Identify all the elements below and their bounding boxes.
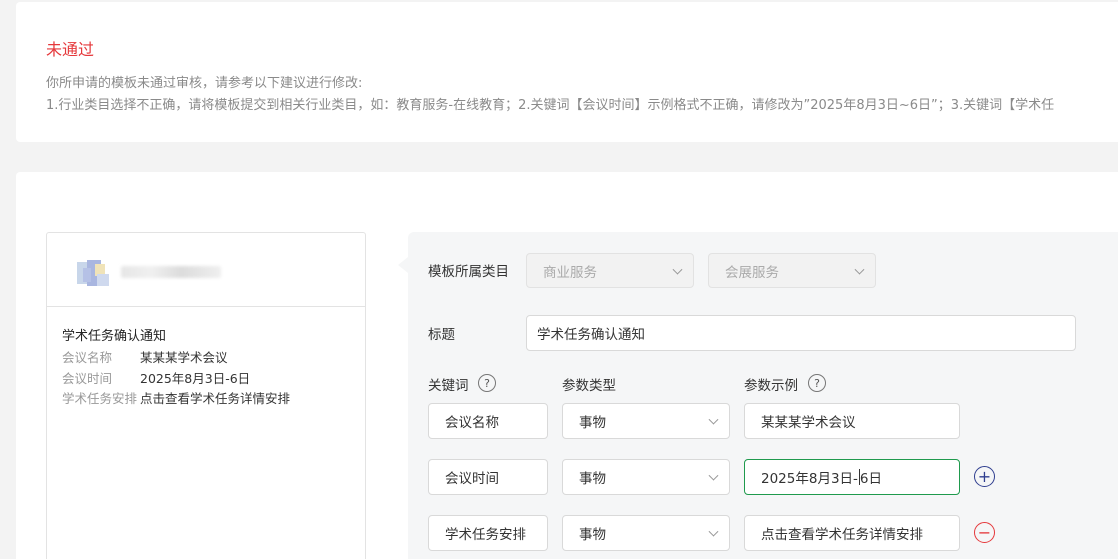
preview-row: 会议名称 某某某学术会议 [62, 348, 350, 369]
category-secondary-select: 会展服务 [708, 253, 876, 288]
category-primary-value: 商业服务 [543, 264, 597, 281]
category-secondary-value: 会展服务 [725, 264, 779, 281]
param-example-value-after-caret: 6日 [859, 471, 882, 487]
chevron-down-icon [854, 264, 865, 275]
chevron-down-icon [708, 526, 719, 537]
avatar [77, 260, 111, 286]
preview-row-key: 会议名称 [62, 350, 113, 365]
keyword-input-value: 会议名称 [445, 415, 499, 431]
preview-row: 学术任务安排 点击查看学术任务详情安排 [62, 389, 350, 410]
chevron-down-icon [708, 414, 719, 425]
preview-row-value: 2025年8月3日-6日 [140, 370, 251, 386]
keyword-input[interactable]: 会议名称 [428, 403, 548, 439]
form-pointer-arrow [398, 257, 408, 273]
review-status-card: 未通过 你所申请的模板未通过审核，请参考以下建议进行修改: 1.行业类目选择不正… [16, 2, 1118, 142]
status-detail: 1.行业类目选择不正确，请将模板提交到相关行业类目，如：教育服务-在线教育；2.… [46, 98, 1055, 113]
title-label: 标题 [428, 327, 455, 343]
account-name-blurred [121, 266, 221, 278]
param-type-select[interactable]: 事物 [562, 515, 730, 551]
param-type-value: 事物 [579, 527, 606, 543]
chevron-down-icon [672, 264, 683, 275]
param-example-help-icon[interactable]: ? [808, 374, 826, 392]
keyword-help-icon[interactable]: ? [478, 374, 496, 392]
keyword-input-value: 学术任务安排 [445, 527, 526, 543]
param-example-value-before-caret: 2025年8月3日- [761, 471, 858, 487]
status-description: 你所申请的模板未通过审核，请参考以下建议进行修改: [46, 76, 363, 91]
param-type-value: 事物 [579, 471, 606, 487]
preview-row-value: 点击查看学术任务详情安排 [140, 391, 291, 406]
keyword-input[interactable]: 会议时间 [428, 459, 548, 495]
keyword-input[interactable]: 学术任务安排 [428, 515, 548, 551]
param-example-input[interactable]: 2025年8月3日- 6日 [744, 459, 960, 495]
param-type-header: 参数类型 [562, 378, 616, 394]
preview-row-key: 会议时间 [62, 370, 113, 386]
param-example-header: 参数示例 [744, 378, 798, 394]
param-example-value: 点击查看学术任务详情安排 [761, 527, 923, 543]
remove-param-button[interactable]: − [974, 522, 995, 543]
chevron-down-icon [708, 470, 719, 481]
preview-row-key: 学术任务安排 [62, 391, 138, 406]
param-example-value: 某某某学术会议 [761, 415, 856, 431]
title-input[interactable]: 学术任务确认通知 [526, 315, 1076, 351]
category-primary-select: 商业服务 [526, 253, 694, 288]
param-type-select[interactable]: 事物 [562, 403, 730, 439]
keyword-input-value: 会议时间 [445, 471, 499, 487]
param-example-input[interactable]: 某某某学术会议 [744, 403, 960, 439]
status-title: 未通过 [46, 40, 95, 59]
category-label: 模板所属类目 [428, 264, 509, 280]
param-example-input[interactable]: 点击查看学术任务详情安排 [744, 515, 960, 551]
preview-body: 学术任务确认通知 会议名称 某某某学术会议 会议时间 2025年8月3日-6日 … [47, 307, 365, 410]
preview-row: 会议时间 2025年8月3日-6日 [62, 369, 350, 390]
preview-title: 学术任务确认通知 [62, 329, 167, 344]
plus-icon: + [977, 466, 992, 486]
param-type-value: 事物 [579, 415, 606, 431]
param-type-select[interactable]: 事物 [562, 459, 730, 495]
template-preview: 学术任务确认通知 会议名称 某某某学术会议 会议时间 2025年8月3日-6日 … [46, 232, 366, 559]
minus-icon: − [977, 522, 992, 542]
add-param-button[interactable]: + [974, 466, 995, 487]
preview-header [47, 233, 365, 307]
title-input-value: 学术任务确认通知 [537, 327, 645, 343]
keyword-header: 关键词 [428, 378, 469, 394]
preview-row-value: 某某某学术会议 [140, 350, 228, 365]
